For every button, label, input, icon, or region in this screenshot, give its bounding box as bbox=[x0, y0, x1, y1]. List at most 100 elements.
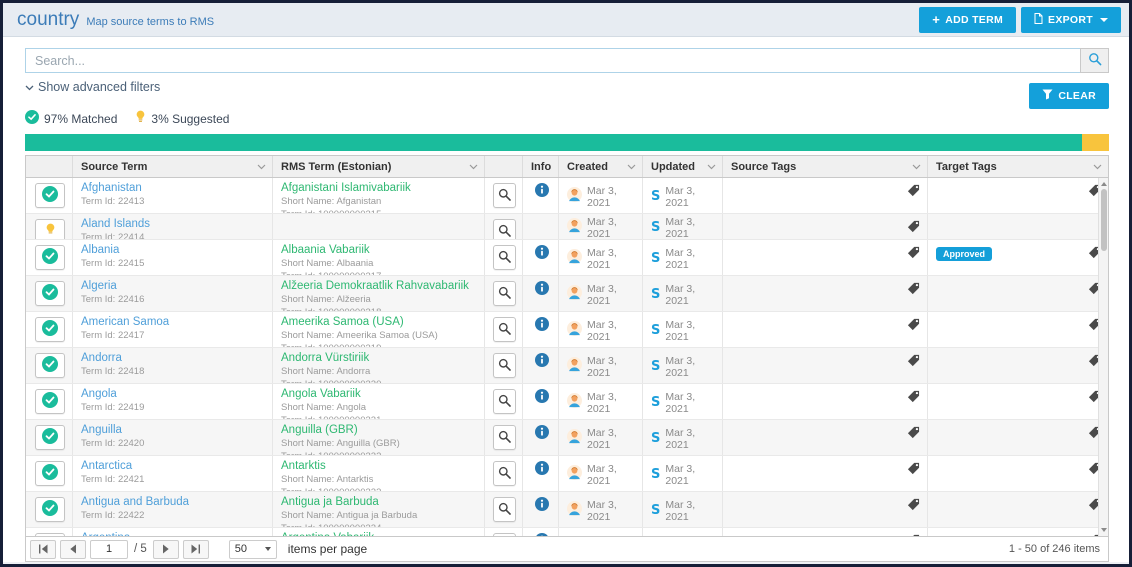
rms-term-name[interactable]: Andorra Vürstiriik bbox=[281, 352, 478, 364]
source-term-link[interactable]: Albania bbox=[81, 244, 266, 256]
clear-button[interactable]: CLEAR bbox=[1029, 83, 1109, 109]
sort-chevron-down-icon[interactable] bbox=[912, 161, 921, 173]
advanced-filters-toggle[interactable]: Show advanced filters bbox=[25, 80, 160, 94]
tag-icon[interactable] bbox=[907, 184, 920, 202]
source-term-link[interactable]: Antarctica bbox=[81, 460, 266, 472]
tag-icon[interactable] bbox=[907, 426, 920, 444]
source-term-link[interactable]: Aland Islands bbox=[81, 218, 266, 230]
rms-term-name[interactable]: Antigua ja Barbuda bbox=[281, 496, 478, 508]
tag-icon[interactable] bbox=[907, 318, 920, 336]
term-lookup-button[interactable] bbox=[493, 461, 516, 486]
term-lookup-button[interactable] bbox=[493, 353, 516, 378]
info-icon[interactable] bbox=[535, 533, 549, 536]
column-header-updated[interactable]: Updated bbox=[643, 156, 723, 177]
sort-chevron-down-icon[interactable] bbox=[469, 161, 478, 173]
term-lookup-button[interactable] bbox=[493, 219, 516, 239]
vertical-scrollbar[interactable] bbox=[1098, 178, 1108, 536]
tag-icon[interactable] bbox=[907, 390, 920, 408]
target-tags-cell bbox=[928, 456, 1108, 491]
tag-icon[interactable] bbox=[907, 462, 920, 480]
scrollbar-thumb[interactable] bbox=[1101, 189, 1107, 251]
status-cell bbox=[26, 384, 73, 419]
matched-status-button[interactable] bbox=[35, 389, 65, 414]
created-cell: Mar 3, 2021 bbox=[559, 240, 643, 275]
tag-icon[interactable] bbox=[907, 220, 920, 238]
info-icon[interactable] bbox=[535, 353, 549, 372]
matched-status-button[interactable] bbox=[35, 245, 65, 270]
info-icon[interactable] bbox=[535, 425, 549, 444]
term-lookup-button[interactable] bbox=[493, 281, 516, 306]
chevron-down-icon bbox=[1100, 18, 1108, 22]
term-lookup-button[interactable] bbox=[493, 245, 516, 270]
source-term-link[interactable]: Anguilla bbox=[81, 424, 266, 436]
matched-status-button[interactable] bbox=[35, 497, 65, 522]
matched-status-button[interactable] bbox=[35, 461, 65, 486]
rms-term-name[interactable]: Ameerika Samoa (USA) bbox=[281, 316, 478, 328]
rms-term-name[interactable]: Argentina Vabariik bbox=[281, 532, 478, 536]
search-input[interactable] bbox=[25, 48, 1080, 73]
rms-term-name[interactable]: Afganistani Islamivabariik bbox=[281, 182, 478, 194]
info-icon[interactable] bbox=[535, 497, 549, 516]
term-lookup-button[interactable] bbox=[493, 425, 516, 450]
source-term-link[interactable]: American Samoa bbox=[81, 316, 266, 328]
updated-date: Mar 3, 2021 bbox=[665, 427, 716, 451]
sort-chevron-down-icon[interactable] bbox=[1093, 161, 1102, 173]
sort-chevron-down-icon[interactable] bbox=[627, 161, 636, 173]
matched-status-button[interactable] bbox=[35, 353, 65, 378]
term-lookup-button[interactable] bbox=[493, 317, 516, 342]
scroll-up-icon[interactable] bbox=[1101, 182, 1107, 186]
suggested-status-button[interactable] bbox=[35, 219, 65, 239]
column-header-created[interactable]: Created bbox=[559, 156, 643, 177]
tag-icon[interactable] bbox=[907, 354, 920, 372]
rms-term-name[interactable]: Alžeeria Demokraatlik Rahvavabariik bbox=[281, 280, 478, 292]
column-header-source-tags[interactable]: Source Tags bbox=[723, 156, 928, 177]
tag-icon[interactable] bbox=[907, 246, 920, 264]
tag-icon[interactable] bbox=[907, 534, 920, 536]
rms-term-name[interactable]: Antarktis bbox=[281, 460, 478, 472]
info-icon[interactable] bbox=[535, 245, 549, 264]
sort-chevron-down-icon[interactable] bbox=[707, 161, 716, 173]
source-term-link[interactable]: Argentina bbox=[81, 532, 266, 536]
scroll-down-icon[interactable] bbox=[1101, 528, 1107, 532]
matched-status-button[interactable] bbox=[35, 317, 65, 342]
matched-status-button[interactable] bbox=[35, 425, 65, 450]
column-header-target-tags[interactable]: Target Tags bbox=[928, 156, 1108, 177]
tag-icon[interactable] bbox=[907, 282, 920, 300]
term-lookup-button[interactable] bbox=[493, 389, 516, 414]
source-term-link[interactable]: Andorra bbox=[81, 352, 266, 364]
source-term-link[interactable]: Algeria bbox=[81, 280, 266, 292]
search-button[interactable] bbox=[1080, 48, 1109, 73]
source-term-link[interactable]: Afghanistan bbox=[81, 182, 266, 194]
check-circle-icon bbox=[42, 428, 58, 447]
info-icon[interactable] bbox=[535, 461, 549, 480]
source-term-link[interactable]: Antigua and Barbuda bbox=[81, 496, 266, 508]
column-header-source-term[interactable]: Source Term bbox=[73, 156, 273, 177]
first-page-button[interactable] bbox=[30, 540, 56, 559]
last-page-button[interactable] bbox=[183, 540, 209, 559]
export-button[interactable]: EXPORT bbox=[1021, 7, 1121, 33]
term-lookup-button[interactable] bbox=[493, 183, 516, 208]
next-page-button[interactable] bbox=[153, 540, 179, 559]
term-lookup-button[interactable] bbox=[493, 497, 516, 522]
rms-term-name[interactable]: Albaania Vabariik bbox=[281, 244, 478, 256]
info-icon[interactable] bbox=[535, 389, 549, 408]
target-tags-cell bbox=[928, 420, 1108, 455]
lightbulb-icon bbox=[135, 110, 146, 127]
term-lookup-button[interactable] bbox=[493, 533, 516, 536]
page-size-select[interactable]: 50 bbox=[229, 540, 277, 559]
page-number-input[interactable] bbox=[90, 540, 128, 559]
prev-page-button[interactable] bbox=[60, 540, 86, 559]
rms-term-name[interactable]: Angola Vabariik bbox=[281, 388, 478, 400]
tag-icon[interactable] bbox=[907, 498, 920, 516]
matched-status-button[interactable] bbox=[35, 281, 65, 306]
info-icon[interactable] bbox=[535, 281, 549, 300]
info-icon[interactable] bbox=[535, 183, 549, 202]
matched-status-button[interactable] bbox=[35, 183, 65, 208]
add-term-button[interactable]: + ADD TERM bbox=[919, 7, 1016, 33]
info-icon[interactable] bbox=[535, 317, 549, 336]
matched-status-button[interactable] bbox=[35, 533, 65, 536]
column-header-rms-term-estonian-[interactable]: RMS Term (Estonian) bbox=[273, 156, 485, 177]
rms-term-name[interactable]: Anguilla (GBR) bbox=[281, 424, 478, 436]
sort-chevron-down-icon[interactable] bbox=[257, 161, 266, 173]
source-term-link[interactable]: Angola bbox=[81, 388, 266, 400]
